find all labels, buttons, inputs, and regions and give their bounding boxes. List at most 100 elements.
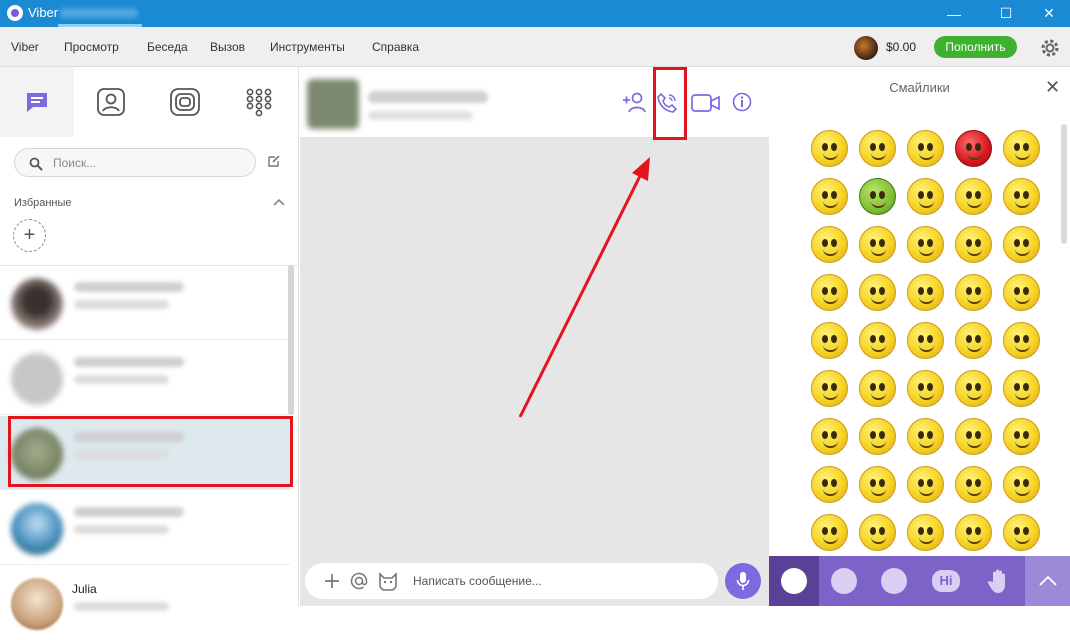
mention-at-icon[interactable] bbox=[350, 572, 368, 590]
sticker-pack-1-icon bbox=[831, 568, 857, 594]
emoji-item[interactable] bbox=[853, 316, 901, 364]
menu-call[interactable]: Вызов bbox=[210, 40, 245, 54]
emoji-item[interactable] bbox=[901, 460, 949, 508]
info-icon[interactable] bbox=[732, 92, 752, 112]
face-feature bbox=[878, 382, 885, 391]
attach-plus-icon[interactable] bbox=[324, 573, 340, 589]
emoji-item[interactable] bbox=[805, 316, 853, 364]
menu-viber[interactable]: Viber bbox=[11, 40, 39, 54]
voice-message-button[interactable] bbox=[725, 563, 761, 599]
emoji-item[interactable] bbox=[853, 460, 901, 508]
emoji-item[interactable] bbox=[805, 268, 853, 316]
minimize-button[interactable]: — bbox=[931, 0, 977, 27]
emoji-item[interactable] bbox=[853, 508, 901, 556]
face-feature bbox=[966, 201, 982, 208]
emoji-scrollbar[interactable] bbox=[1061, 124, 1067, 244]
emoji-item[interactable] bbox=[949, 508, 997, 556]
hand-sticker-tab[interactable] bbox=[974, 556, 1024, 606]
emoji-item[interactable] bbox=[901, 508, 949, 556]
emoji-item[interactable] bbox=[901, 124, 949, 172]
collapse-up-button[interactable] bbox=[1025, 556, 1070, 606]
settings-gear-icon[interactable] bbox=[1038, 36, 1062, 60]
smiley-tab[interactable] bbox=[769, 556, 819, 606]
emoji-item[interactable] bbox=[901, 220, 949, 268]
chat-list-item[interactable] bbox=[0, 341, 290, 415]
user-avatar[interactable] bbox=[854, 36, 878, 60]
tab-chats[interactable] bbox=[0, 67, 74, 137]
chat-list-item[interactable]: Julia bbox=[0, 566, 290, 640]
video-call-icon[interactable] bbox=[691, 94, 721, 112]
emoji-item[interactable] bbox=[997, 268, 1045, 316]
emoji-item[interactable] bbox=[997, 508, 1045, 556]
emoji-item[interactable] bbox=[853, 124, 901, 172]
emoji-item[interactable] bbox=[901, 364, 949, 412]
smiley-face-icon bbox=[954, 513, 992, 551]
contact-avatar[interactable] bbox=[307, 79, 359, 129]
emoji-item[interactable] bbox=[997, 124, 1045, 172]
close-window-button[interactable]: ✕ bbox=[1026, 0, 1070, 27]
maximize-button[interactable]: ☐ bbox=[983, 0, 1029, 27]
face-feature bbox=[965, 286, 972, 295]
emoji-item[interactable] bbox=[853, 220, 901, 268]
emoji-item[interactable] bbox=[997, 220, 1045, 268]
chevron-up-icon[interactable] bbox=[273, 198, 285, 206]
menu-tools[interactable]: Инструменты bbox=[270, 40, 345, 54]
emoji-item[interactable] bbox=[805, 412, 853, 460]
sticker-pack-2-tab[interactable] bbox=[869, 556, 919, 606]
emoji-item[interactable] bbox=[805, 460, 853, 508]
emoji-item[interactable] bbox=[949, 172, 997, 220]
emoji-item[interactable] bbox=[997, 412, 1045, 460]
emoji-item[interactable] bbox=[949, 364, 997, 412]
avatar bbox=[11, 278, 63, 330]
add-participant-icon[interactable] bbox=[622, 91, 646, 113]
emoji-item[interactable] bbox=[901, 172, 949, 220]
smiley-face-icon bbox=[906, 225, 944, 263]
face-feature bbox=[822, 297, 838, 304]
emoji-item[interactable] bbox=[853, 268, 901, 316]
emoji-item[interactable] bbox=[853, 364, 901, 412]
compose-icon[interactable] bbox=[267, 154, 281, 168]
emoji-item[interactable] bbox=[949, 460, 997, 508]
emoji-item[interactable] bbox=[805, 124, 853, 172]
emoji-item[interactable] bbox=[805, 508, 853, 556]
emoji-item[interactable] bbox=[805, 172, 853, 220]
emoji-item[interactable] bbox=[997, 316, 1045, 364]
account-name-blurred bbox=[60, 8, 138, 18]
tab-dialpad[interactable] bbox=[222, 67, 296, 137]
emoji-item[interactable] bbox=[949, 220, 997, 268]
emoji-item[interactable] bbox=[997, 364, 1045, 412]
sticker-pack-1-tab[interactable] bbox=[819, 556, 869, 606]
menu-help[interactable]: Справка bbox=[372, 40, 419, 54]
sticker-cat-icon[interactable] bbox=[377, 571, 399, 591]
emoji-item[interactable] bbox=[949, 412, 997, 460]
topup-button[interactable]: Пополнить bbox=[934, 36, 1017, 58]
emoji-item[interactable] bbox=[853, 172, 901, 220]
search-input[interactable]: Поиск... bbox=[14, 148, 256, 177]
face-feature bbox=[821, 286, 828, 295]
emoji-item[interactable] bbox=[997, 172, 1045, 220]
tab-contacts[interactable] bbox=[74, 67, 148, 137]
chat-list-item[interactable] bbox=[0, 491, 290, 565]
chat-list-item[interactable] bbox=[0, 266, 290, 340]
emoji-item[interactable] bbox=[949, 268, 997, 316]
hi-sticker-tab[interactable]: Hi bbox=[921, 556, 971, 606]
menu-conversation[interactable]: Беседа bbox=[147, 40, 188, 54]
add-favorite-button[interactable]: + bbox=[13, 219, 46, 252]
tab-public-chats[interactable] bbox=[148, 67, 222, 137]
emoji-item[interactable] bbox=[805, 220, 853, 268]
emoji-item[interactable] bbox=[949, 124, 997, 172]
emoji-item[interactable] bbox=[901, 316, 949, 364]
emoji-item[interactable] bbox=[901, 268, 949, 316]
smiley-face-icon bbox=[1002, 129, 1040, 167]
emoji-item[interactable] bbox=[949, 316, 997, 364]
emoji-item[interactable] bbox=[997, 460, 1045, 508]
emoji-item[interactable] bbox=[853, 412, 901, 460]
close-emoji-panel-button[interactable]: ✕ bbox=[1045, 77, 1060, 98]
menu-view[interactable]: Просмотр bbox=[64, 40, 119, 54]
emoji-item[interactable] bbox=[901, 412, 949, 460]
chat-list-scrollbar[interactable] bbox=[288, 265, 294, 415]
contacts-icon bbox=[97, 88, 125, 116]
smiley-face-icon bbox=[954, 225, 992, 263]
face-feature bbox=[974, 526, 981, 535]
emoji-item[interactable] bbox=[805, 364, 853, 412]
